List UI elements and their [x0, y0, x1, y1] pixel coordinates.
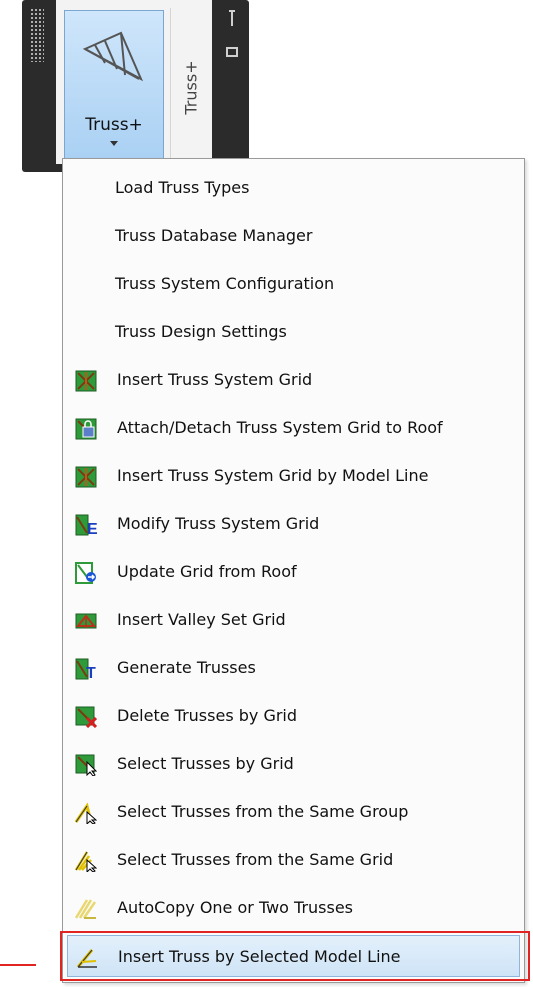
- panel-title-text: Truss+: [181, 60, 201, 115]
- valley-grid-icon: [75, 613, 97, 629]
- chevron-down-icon: [110, 141, 118, 146]
- truss-plus-button-label: Truss+: [85, 115, 143, 135]
- menu-item-truss-design-settings[interactable]: Truss Design Settings: [67, 311, 520, 353]
- menu-item-generate-trusses[interactable]: T Generate Trusses: [67, 647, 520, 689]
- select-group-icon: [75, 802, 97, 824]
- highlight-annotation-box: [60, 931, 530, 981]
- panel-separator: [170, 8, 171, 158]
- menu-item-load-truss-types[interactable]: Load Truss Types: [67, 167, 520, 209]
- menu-item-label: Insert Truss System Grid: [117, 370, 313, 389]
- menu-item-select-trusses-by-grid[interactable]: Select Trusses by Grid: [67, 743, 520, 785]
- menu-item-delete-trusses-by-grid[interactable]: Delete Trusses by Grid: [67, 695, 520, 737]
- select-grid-icon: [75, 754, 97, 776]
- select-same-grid-icon: [75, 851, 97, 872]
- truss-icon: [82, 31, 144, 82]
- menu-item-label: Modify Truss System Grid: [117, 514, 320, 533]
- menu-item-label: Insert Truss System Grid by Model Line: [117, 466, 429, 485]
- menu-item-truss-database-manager[interactable]: Truss Database Manager: [67, 215, 520, 257]
- menu-item-truss-system-configuration[interactable]: Truss System Configuration: [67, 263, 520, 305]
- panel-grip-handle[interactable]: [30, 8, 44, 62]
- menu-item-insert-valley-set-grid[interactable]: Insert Valley Set Grid: [67, 599, 520, 641]
- pin-icon[interactable]: [225, 8, 239, 58]
- svg-text:E: E: [87, 521, 97, 536]
- menu-item-label: Truss Design Settings: [115, 322, 287, 341]
- truss-plus-dropdown-button[interactable]: Truss+: [64, 10, 164, 162]
- menu-item-select-trusses-same-grid[interactable]: Select Trusses from the Same Grid: [67, 839, 520, 881]
- menu-item-label: Update Grid from Roof: [117, 562, 297, 581]
- menu-item-label: Truss System Configuration: [115, 274, 335, 293]
- grid-update-icon: [75, 562, 96, 584]
- menu-item-label: Select Trusses by Grid: [117, 754, 294, 773]
- grid-icon: [75, 466, 97, 488]
- menu-item-update-grid-from-roof[interactable]: Update Grid from Roof: [67, 551, 520, 593]
- svg-text:T: T: [86, 665, 96, 680]
- grid-modify-icon: E: [75, 514, 97, 536]
- menu-item-label: Select Trusses from the Same Group: [117, 802, 409, 821]
- grid-attach-icon: [75, 418, 97, 440]
- panel-title: Truss+: [176, 38, 206, 138]
- annotation-pointer-line: [0, 964, 36, 966]
- generate-trusses-icon: T: [75, 658, 96, 680]
- menu-item-insert-grid-by-model-line[interactable]: Insert Truss System Grid by Model Line: [67, 455, 520, 497]
- menu-item-modify-truss-system-grid[interactable]: E Modify Truss System Grid: [67, 503, 520, 545]
- menu-item-label: Insert Valley Set Grid: [117, 610, 286, 629]
- truss-plus-dropdown-menu: Load Truss Types Truss Database Manager …: [62, 158, 525, 983]
- menu-item-select-trusses-same-group[interactable]: Select Trusses from the Same Group: [67, 791, 520, 833]
- menu-item-label: Delete Trusses by Grid: [117, 706, 298, 725]
- delete-trusses-icon: [75, 706, 97, 728]
- menu-item-autocopy-trusses[interactable]: AutoCopy One or Two Trusses: [67, 887, 520, 929]
- menu-item-insert-truss-system-grid[interactable]: Insert Truss System Grid: [67, 359, 520, 401]
- autocopy-icon: [75, 899, 97, 919]
- menu-item-label: Load Truss Types: [115, 178, 250, 197]
- menu-item-label: Truss Database Manager: [115, 226, 313, 245]
- menu-item-label: Attach/Detach Truss System Grid to Roof: [117, 418, 443, 437]
- menu-item-label: Generate Trusses: [117, 658, 256, 677]
- menu-item-label: Select Trusses from the Same Grid: [117, 850, 394, 869]
- menu-item-attach-detach-grid-to-roof[interactable]: Attach/Detach Truss System Grid to Roof: [67, 407, 520, 449]
- menu-item-label: AutoCopy One or Two Trusses: [117, 898, 354, 917]
- grid-icon: [75, 370, 97, 392]
